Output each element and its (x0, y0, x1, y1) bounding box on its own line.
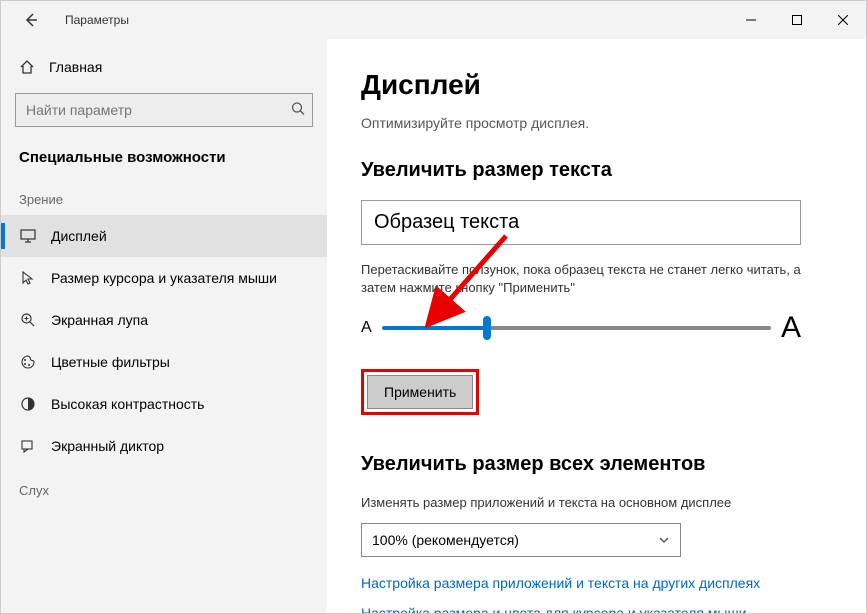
magnifier-icon (19, 311, 37, 329)
search-input[interactable] (15, 93, 313, 127)
sidebar-item-display[interactable]: Дисплей (1, 215, 327, 257)
maximize-icon (792, 15, 802, 25)
home-nav[interactable]: Главная (1, 49, 327, 85)
sidebar-item-color-filters[interactable]: Цветные фильтры (1, 341, 327, 383)
close-button[interactable] (820, 4, 866, 36)
dropdown-description: Изменять размер приложений и текста на о… (361, 494, 801, 512)
back-arrow-icon (23, 12, 39, 28)
monitor-icon (19, 227, 37, 245)
home-icon (19, 59, 35, 75)
sidebar-item-high-contrast[interactable]: Высокая контрастность (1, 383, 327, 425)
close-icon (838, 15, 848, 25)
page-subtitle: Оптимизируйте просмотр дисплея. (361, 115, 832, 131)
sidebar-item-label: Экранная лупа (51, 312, 148, 328)
group-vision-label: Зрение (1, 176, 327, 215)
maximize-button[interactable] (774, 4, 820, 36)
narrator-icon (19, 437, 37, 455)
text-size-slider-row: A A (361, 311, 801, 345)
main-content: Дисплей Оптимизируйте просмотр дисплея. … (327, 39, 866, 613)
contrast-icon (19, 395, 37, 413)
titlebar: Параметры (1, 1, 866, 39)
sidebar-item-label: Экранный диктор (51, 438, 164, 454)
home-label: Главная (49, 59, 102, 75)
chevron-down-icon (658, 534, 670, 546)
slider-thumb[interactable] (483, 316, 491, 340)
group-hearing-label: Слух (1, 467, 327, 506)
sample-text-box: Образец текста (361, 200, 801, 245)
section-increase-all-heading: Увеличить размер всех элементов (361, 453, 832, 476)
cursor-icon (19, 269, 37, 287)
section-label: Специальные возможности (1, 141, 327, 176)
small-a-label: A (361, 319, 372, 337)
sidebar-item-label: Высокая контрастность (51, 396, 204, 412)
page-heading: Дисплей (361, 69, 832, 101)
sidebar: Главная Специальные возможности Зрение Д… (1, 39, 327, 613)
sidebar-item-cursor[interactable]: Размер курсора и указателя мыши (1, 257, 327, 299)
palette-icon (19, 353, 37, 371)
slider-description: Перетаскивайте ползунок, пока образец те… (361, 261, 801, 297)
sidebar-item-label: Дисплей (51, 228, 107, 244)
annotation-highlight-box: Применить (361, 369, 479, 415)
dropdown-value: 100% (рекомендуется) (372, 532, 519, 548)
link-other-displays[interactable]: Настройка размера приложений и текста на… (361, 575, 832, 591)
window-title: Параметры (65, 13, 129, 27)
back-button[interactable] (19, 12, 43, 28)
apply-button[interactable]: Применить (367, 375, 473, 409)
sidebar-item-narrator[interactable]: Экранный диктор (1, 425, 327, 467)
scale-dropdown[interactable]: 100% (рекомендуется) (361, 523, 681, 557)
section-increase-text-heading: Увеличить размер текста (361, 159, 832, 182)
sidebar-item-magnifier[interactable]: Экранная лупа (1, 299, 327, 341)
minimize-icon (746, 15, 756, 25)
search-icon (291, 102, 305, 119)
minimize-button[interactable] (728, 4, 774, 36)
sidebar-item-label: Цветные фильтры (51, 354, 170, 370)
big-a-label: A (781, 311, 801, 345)
link-cursor-settings[interactable]: Настройка размера и цвета для курсора и … (361, 605, 832, 613)
sidebar-item-label: Размер курсора и указателя мыши (51, 270, 277, 286)
text-size-slider[interactable] (382, 326, 771, 330)
